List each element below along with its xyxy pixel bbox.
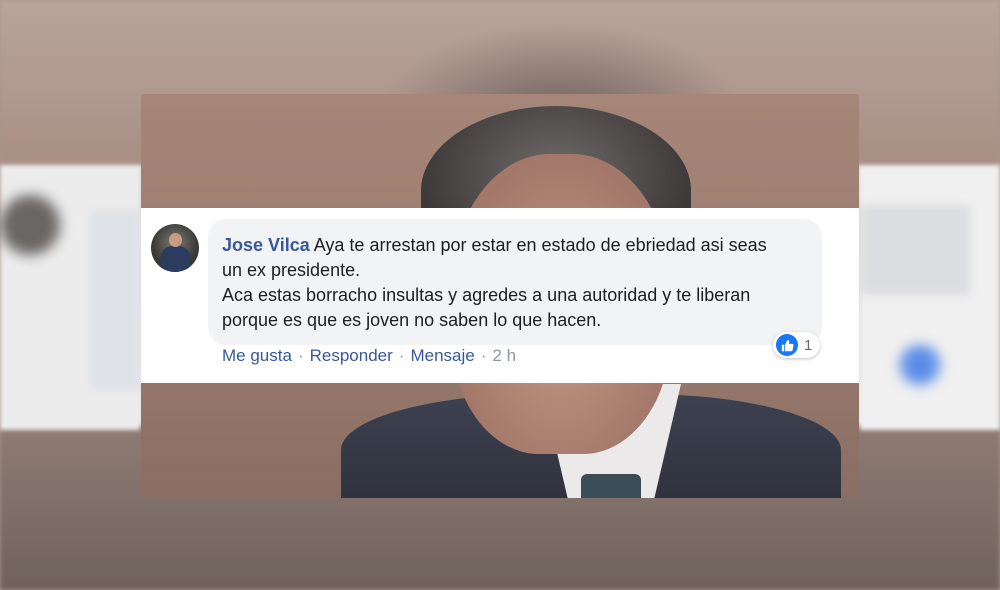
comment-author-link[interactable]: Jose Vilca — [222, 235, 310, 255]
blurred-like-icon — [900, 345, 940, 385]
separator: · — [480, 346, 487, 365]
blurred-left-panel — [0, 165, 140, 430]
comment-actions: Me gusta · Responder · Mensaje · 2 h — [222, 346, 516, 366]
comment-bubble: Jose Vilca Aya te arrestan por estar en e… — [208, 219, 822, 345]
message-button[interactable]: Mensaje — [410, 346, 474, 365]
avatar-figure-body — [161, 246, 190, 272]
reaction-count: 1 — [804, 336, 813, 354]
blurred-avatar — [0, 195, 60, 255]
like-button[interactable]: Me gusta — [222, 346, 292, 365]
comment-text-line: porque es que es joven no saben lo que h… — [222, 310, 602, 330]
comment-timestamp[interactable]: 2 h — [492, 346, 516, 365]
separator: · — [297, 346, 304, 365]
comment-text-line: un ex presidente. — [222, 260, 361, 280]
avatar[interactable] — [151, 224, 199, 272]
comment-card: Jose Vilca Aya te arrestan por estar en e… — [141, 208, 859, 383]
photo-tie — [581, 474, 641, 498]
blurred-comment-bubble — [90, 210, 140, 390]
blurred-comment-bubble — [860, 205, 970, 295]
comment-text-line: Aca estas borracho insultas y agredes a … — [222, 285, 751, 305]
blurred-right-panel — [860, 165, 1000, 430]
comment-text-line: Aya te arrestan por estar en estado de e… — [313, 235, 767, 255]
reaction-count-badge[interactable]: 1 — [773, 332, 821, 358]
avatar-figure-head — [169, 233, 182, 247]
reply-button[interactable]: Responder — [310, 346, 393, 365]
like-icon — [776, 334, 798, 356]
separator: · — [398, 346, 405, 365]
